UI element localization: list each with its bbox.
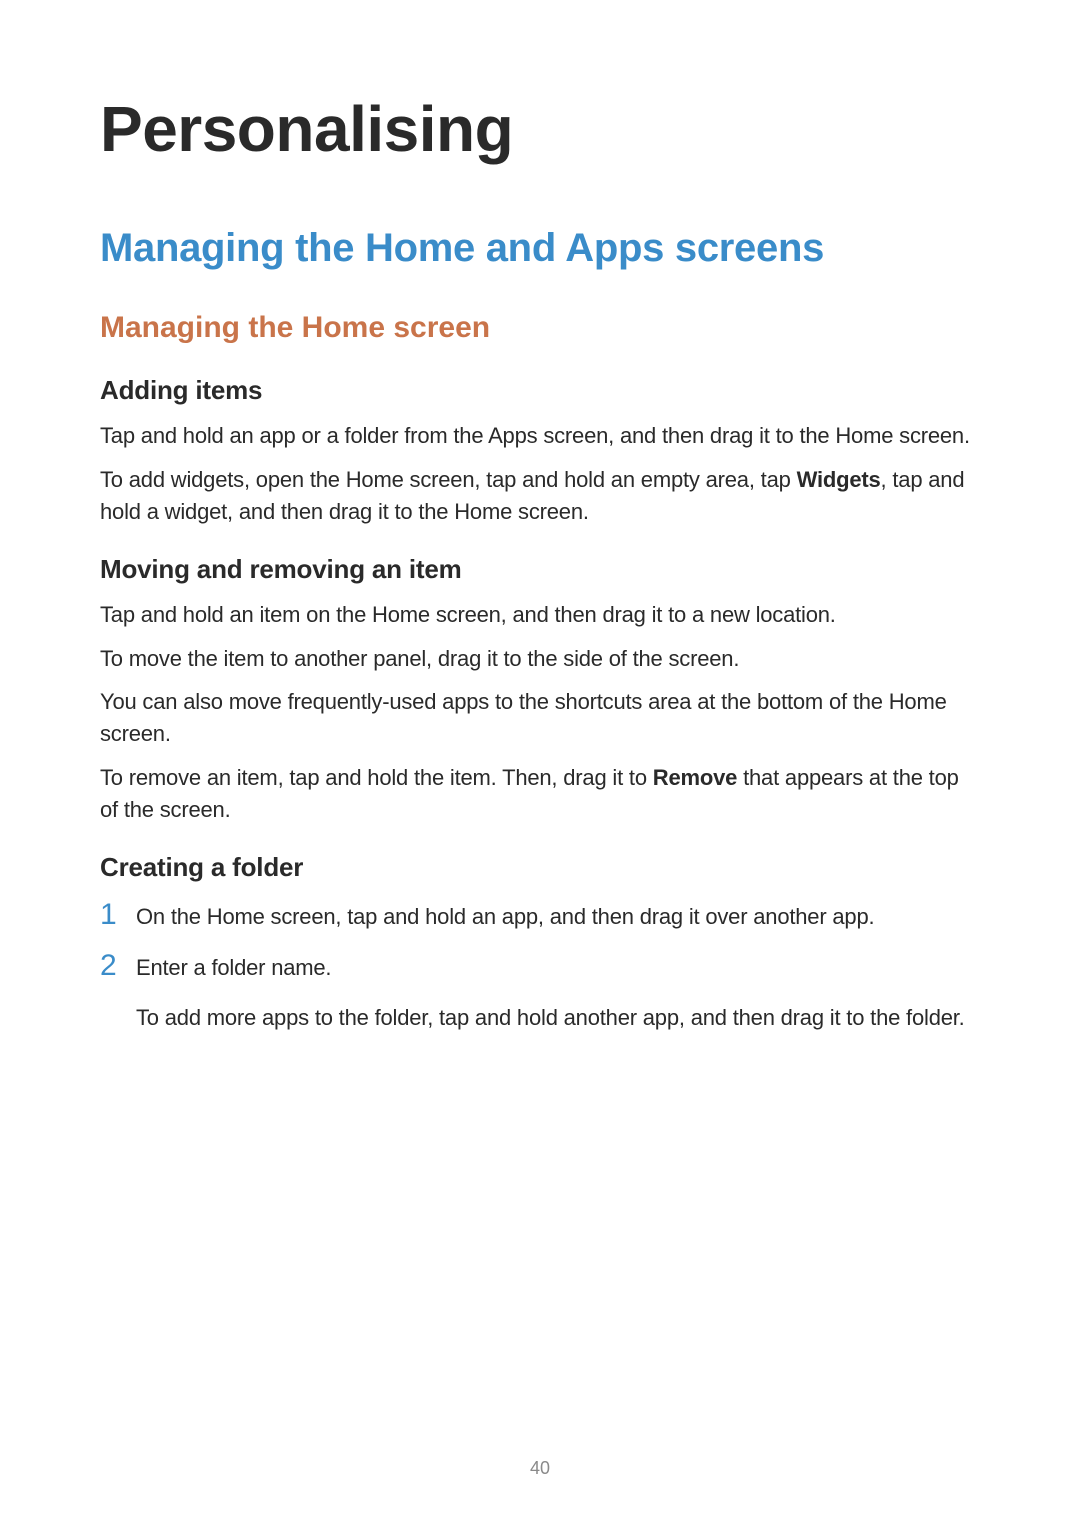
numbered-list: 1 On the Home screen, tap and hold an ap… bbox=[100, 901, 980, 1034]
list-item-text: On the Home screen, tap and hold an app,… bbox=[136, 901, 980, 933]
list-number: 1 bbox=[100, 898, 136, 931]
paragraph: To add widgets, open the Home screen, ta… bbox=[100, 464, 980, 528]
text-run: To add widgets, open the Home screen, ta… bbox=[100, 467, 797, 492]
paragraph: To remove an item, tap and hold the item… bbox=[100, 762, 980, 826]
block-title-adding-items: Adding items bbox=[100, 375, 980, 406]
paragraph: To move the item to another panel, drag … bbox=[100, 643, 980, 675]
list-item: 1 On the Home screen, tap and hold an ap… bbox=[100, 901, 980, 934]
subsection-title: Managing the Home screen bbox=[100, 311, 980, 345]
section-title: Managing the Home and Apps screens bbox=[100, 226, 980, 271]
text-bold-remove: Remove bbox=[653, 765, 737, 790]
list-item-text: Enter a folder name. bbox=[136, 952, 980, 984]
paragraph: You can also move frequently-used apps t… bbox=[100, 686, 980, 750]
list-item: 2 Enter a folder name. To add more apps … bbox=[100, 952, 980, 1034]
text-bold-widgets: Widgets bbox=[797, 467, 881, 492]
list-number: 2 bbox=[100, 949, 136, 982]
page-number: 40 bbox=[0, 1458, 1080, 1479]
paragraph: Tap and hold an item on the Home screen,… bbox=[100, 599, 980, 631]
chapter-title: Personalising bbox=[100, 92, 980, 166]
block-title-creating-folder: Creating a folder bbox=[100, 852, 980, 883]
list-item-subtext: To add more apps to the folder, tap and … bbox=[136, 1002, 980, 1034]
paragraph: Tap and hold an app or a folder from the… bbox=[100, 420, 980, 452]
document-page: Personalising Managing the Home and Apps… bbox=[0, 0, 1080, 1527]
list-item-body: Enter a folder name. To add more apps to… bbox=[136, 952, 980, 1034]
block-title-moving-removing: Moving and removing an item bbox=[100, 554, 980, 585]
text-run: To remove an item, tap and hold the item… bbox=[100, 765, 653, 790]
